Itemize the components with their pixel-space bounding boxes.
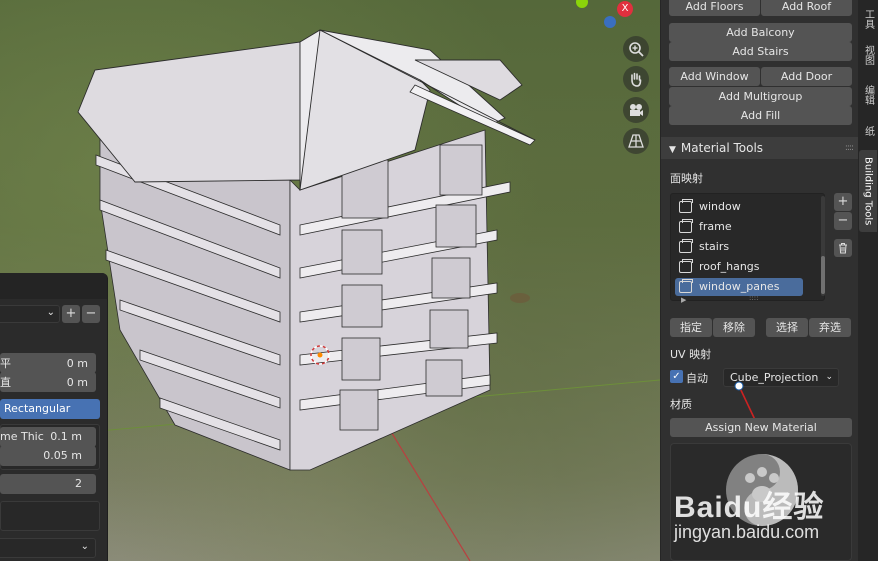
list-item[interactable]: window_panes	[675, 278, 803, 296]
add-window-button[interactable]: Add Window	[669, 67, 760, 86]
frame-type-rectangular[interactable]: Rectangular	[0, 399, 100, 419]
face-map-icon	[679, 199, 693, 213]
tab-building-tools[interactable]: Building Tools	[859, 150, 877, 232]
auto-checkbox[interactable]: ✓	[670, 370, 683, 383]
assign-new-material-button[interactable]: Assign New Material	[670, 418, 852, 437]
operator-panel-header[interactable]	[0, 273, 107, 299]
count-value: 2	[75, 477, 82, 490]
frame-thickness-value: 0.1 m	[50, 430, 82, 443]
resize-grip-icon[interactable]: ::::	[749, 294, 758, 302]
chevron-down-icon: ⌄	[825, 372, 833, 382]
gizmo-z-dot[interactable]	[604, 16, 616, 28]
sidebar-tab-strip: 工具 视图 编辑 纸 Building Tools	[858, 0, 878, 561]
assign-button[interactable]: 指定	[670, 318, 712, 337]
add-door-button[interactable]: Add Door	[761, 67, 852, 86]
add-floors-button[interactable]: Add Floors	[669, 0, 760, 16]
offset-horizontal-label: 平	[0, 357, 11, 370]
list-item[interactable]: stairs	[675, 238, 803, 256]
add-stairs-button[interactable]: Add Stairs	[669, 42, 852, 61]
watermark-url: jingyan.baidu.com	[674, 522, 820, 542]
add-fill-button[interactable]: Add Fill	[669, 106, 852, 125]
face-map-list[interactable]: window frame stairs roof_hangs window_pa…	[670, 193, 825, 304]
operator-panel: ⌄ + − 平 0 m 直 0 m Rectangular me Thic 0.…	[0, 273, 108, 561]
offset-vertical-label: 直	[0, 376, 11, 389]
hand-pan-icon[interactable]	[623, 66, 649, 92]
zoom-icon[interactable]	[623, 36, 649, 62]
operator-preset-dropdown[interactable]: ⌄	[0, 305, 60, 323]
list-scrollbar[interactable]	[821, 196, 825, 296]
scrollbar-thumb[interactable]	[821, 256, 825, 294]
remove-button[interactable]: 移除	[713, 318, 755, 337]
add-roof-button[interactable]: Add Roof	[761, 0, 852, 16]
list-item[interactable]: frame	[675, 218, 803, 236]
offset-horizontal-value: 0 m	[66, 356, 88, 370]
extra-group	[0, 501, 100, 531]
offset-vertical-field[interactable]: 直 0 m	[0, 372, 96, 392]
chevron-down-icon: ⌄	[80, 541, 89, 552]
frame-depth-field[interactable]: 0.05 m	[0, 446, 96, 466]
list-item[interactable]: roof_hangs	[675, 258, 803, 276]
preset-remove-button[interactable]: −	[82, 305, 100, 323]
uv-map-label: UV 映射	[670, 348, 712, 361]
watermark-brand: Baidu经验	[674, 491, 825, 524]
gizmo-x-dot[interactable]: X	[617, 1, 633, 17]
offset-horizontal-field[interactable]: 平 0 m	[0, 353, 96, 373]
auto-label: 自动	[686, 372, 708, 385]
face-map-icon	[679, 239, 693, 253]
face-map-label: 面映射	[670, 172, 703, 185]
grid-perspective-icon[interactable]	[623, 128, 649, 154]
tab-edit[interactable]: 编辑	[859, 78, 877, 112]
chevron-down-icon: ⌄	[46, 307, 55, 318]
bottom-dropdown[interactable]: ⌄	[0, 538, 96, 558]
frame-thickness-label: me Thic	[0, 430, 44, 443]
face-map-icon	[679, 279, 693, 293]
camera-icon[interactable]	[623, 97, 649, 123]
frame-thickness-field[interactable]: me Thic 0.1 m	[0, 427, 96, 447]
material-label: 材质	[670, 398, 692, 411]
material-tools-header[interactable]: ▼ Material Tools ::::	[661, 137, 859, 159]
deselect-button[interactable]: 弃选	[809, 318, 851, 337]
select-button[interactable]: 选择	[766, 318, 808, 337]
face-map-remove-button[interactable]: −	[834, 212, 852, 230]
face-map-add-button[interactable]: +	[834, 193, 852, 211]
drag-grip-icon[interactable]: ::::	[845, 137, 854, 159]
face-map-icon	[679, 219, 693, 233]
tab-paper[interactable]: 纸	[859, 118, 877, 144]
count-field[interactable]: 2	[0, 474, 96, 494]
collapse-arrow-icon: ▼	[669, 145, 676, 155]
tab-tool[interactable]: 工具	[859, 2, 877, 36]
face-map-icon	[679, 259, 693, 273]
watermark: Baidu经验 jingyan.baidu.com	[672, 450, 832, 560]
add-multigroup-button[interactable]: Add Multigroup	[669, 87, 852, 106]
offset-vertical-value: 0 m	[66, 375, 88, 389]
material-tools-title: Material Tools	[680, 141, 764, 155]
expand-arrow-icon[interactable]: ▶	[681, 296, 686, 304]
preset-add-button[interactable]: +	[62, 305, 80, 323]
trash-icon[interactable]	[834, 239, 852, 257]
list-item[interactable]: window	[675, 198, 803, 216]
frame-depth-value: 0.05 m	[43, 449, 82, 462]
add-balcony-button[interactable]: Add Balcony	[669, 23, 852, 42]
tab-view[interactable]: 视图	[859, 38, 877, 72]
